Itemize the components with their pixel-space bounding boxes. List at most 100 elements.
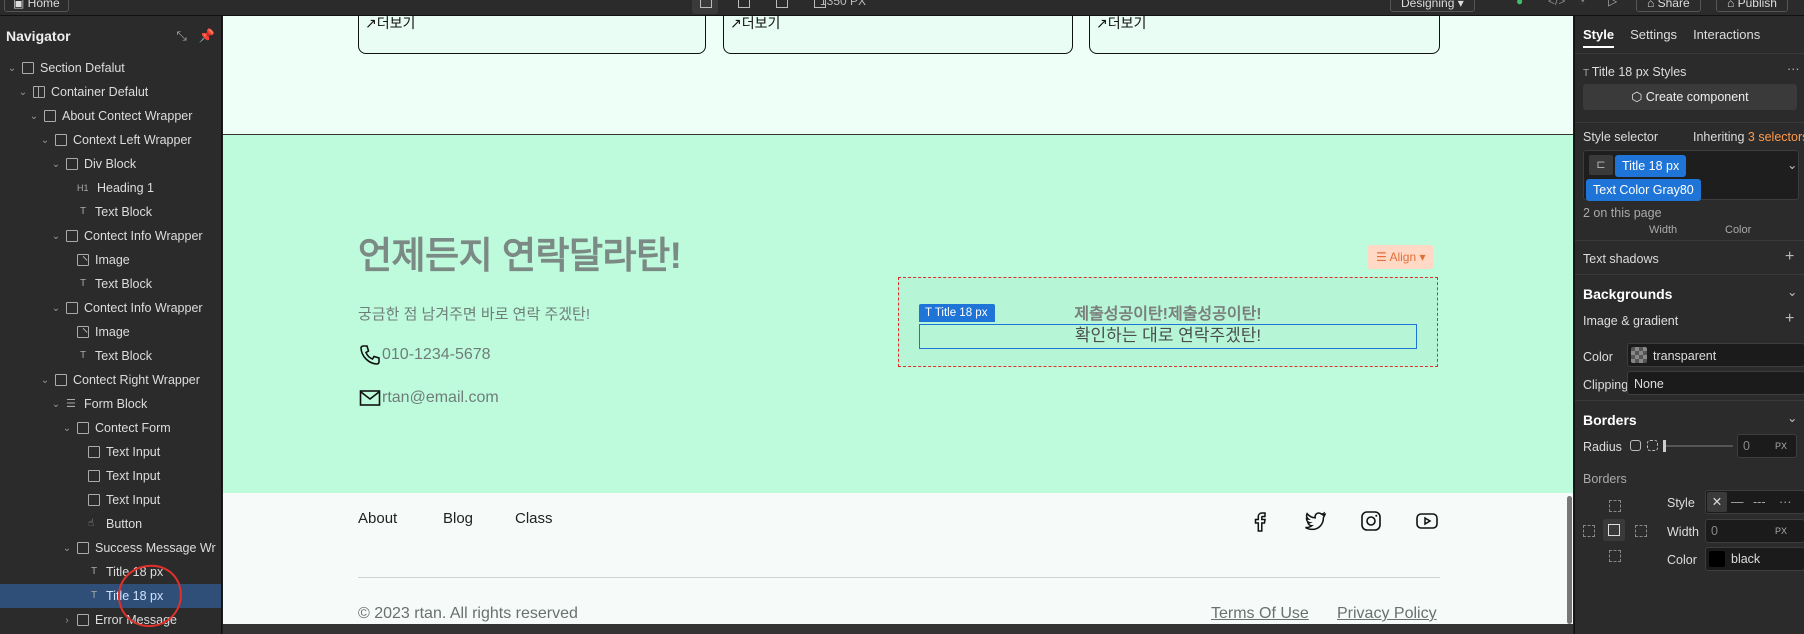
tab-settings[interactable]: Settings [1630, 27, 1677, 42]
navigator-item[interactable]: Text Input [0, 440, 221, 464]
contact-section[interactable]: 언제든지 연락달라탄! 궁금한 점 남겨주면 바로 연락 주겠탄! 010-12… [223, 135, 1573, 493]
comments-icon[interactable]: ◔ [1578, 0, 1585, 8]
more-link[interactable]: ↗더보기 [365, 16, 415, 33]
chevron-icon[interactable]: ⌄ [50, 159, 62, 170]
navigator-item[interactable]: T Title 18 px [0, 560, 221, 584]
chevron-icon[interactable]: ⌄ [50, 303, 62, 314]
navigator-item[interactable]: ⌄ About Contect Wrapper [0, 104, 221, 128]
navigator-item[interactable]: ⌄ Context Left Wrapper [0, 128, 221, 152]
success-subtitle-selected[interactable]: 확인하는 대로 연락주겠탄! [919, 324, 1417, 349]
create-component-button[interactable]: ⬡ Create component [1583, 84, 1797, 110]
phone-row[interactable]: 010-1234-5678 [358, 343, 491, 367]
navigator-item[interactable]: Image [0, 248, 221, 272]
chevron-icon[interactable]: › [61, 615, 73, 626]
preview-icon[interactable]: ▷ [1608, 0, 1617, 8]
navigator-item[interactable]: Text Input [0, 464, 221, 488]
chevron-icon[interactable]: ⌄ [61, 543, 73, 554]
chevron-icon[interactable]: ⌄ [39, 375, 51, 386]
design-canvas[interactable]: ↗더보기 ↗더보기 ↗더보기 언제든지 연락달라탄! 궁금한 점 남겨주면 바로… [223, 16, 1573, 624]
class-card[interactable]: ↗더보기 [1089, 16, 1440, 54]
tab-style[interactable]: Style [1583, 27, 1615, 48]
border-width-input[interactable] [1705, 519, 1804, 543]
footer-link-class[interactable]: Class [515, 510, 553, 527]
more-link[interactable]: ↗더보기 [1096, 16, 1146, 33]
chevron-icon[interactable]: ⌄ [6, 63, 18, 74]
navigator-item[interactable]: ☝ Button [0, 512, 221, 536]
radius-unit[interactable]: PX [1775, 441, 1787, 451]
navigator-item[interactable]: › Error Message [0, 608, 221, 632]
border-solid-icon[interactable]: — [1731, 495, 1744, 509]
pin-icon[interactable]: 📌 [199, 28, 215, 44]
success-message-wrapper[interactable]: 제출성공이탄!제출성공이탄! T Title 18 px 확인하는 대로 연락주… [898, 277, 1438, 367]
tab-interactions[interactable]: Interactions [1693, 27, 1760, 42]
navigator-item[interactable]: Text Input [0, 488, 221, 512]
add-text-shadow-icon[interactable]: + [1785, 248, 1794, 266]
navigator-item[interactable]: H1 Heading 1 [0, 176, 221, 200]
breakpoint-tablet-button[interactable] [730, 0, 756, 14]
class-card[interactable]: ↗더보기 [723, 16, 1073, 54]
radius-slider-thumb[interactable] [1663, 440, 1666, 452]
radius-individual-icon[interactable] [1647, 440, 1658, 451]
chevron-icon[interactable]: ⌄ [50, 231, 62, 242]
breakpoint-desktop-button[interactable] [692, 0, 718, 14]
instagram-icon[interactable] [1359, 509, 1383, 533]
class-card[interactable]: ↗더보기 [358, 16, 706, 54]
more-link[interactable]: ↗더보기 [730, 16, 780, 33]
chevron-icon[interactable]: ⌄ [39, 135, 51, 146]
publish-button[interactable]: ⌂ Publish [1716, 0, 1788, 12]
code-icon[interactable]: </> [1548, 0, 1565, 8]
facebook-icon[interactable] [1248, 509, 1272, 533]
align-button[interactable]: ☰ Align ▾ [1368, 245, 1434, 269]
navigator-item[interactable]: ⌄ Container Defalut [0, 80, 221, 104]
contact-subtitle[interactable]: 궁금한 점 남겨주면 바로 연락 주겠탄! [358, 303, 590, 324]
chevron-icon[interactable]: ⌄ [17, 87, 29, 98]
navigator-item[interactable]: T Text Block [0, 200, 221, 224]
share-button[interactable]: ⌂ Share [1636, 0, 1701, 12]
navigator-item[interactable]: ⌄ Div Block [0, 152, 221, 176]
border-top-icon[interactable] [1609, 500, 1621, 512]
navigator-item[interactable]: ⌄ Contect Right Wrapper [0, 368, 221, 392]
navigator-item[interactable]: ⌄ Success Message Wr [0, 536, 221, 560]
collapse-icon[interactable]: ⤡ [176, 28, 186, 44]
chevron-icon[interactable]: ⌄ [61, 423, 73, 434]
privacy-link[interactable]: Privacy Policy [1337, 605, 1437, 623]
navigator-item[interactable]: ⌄ Contect Info Wrapper [0, 296, 221, 320]
breadcrumb-bar[interactable] [223, 624, 1573, 634]
navigator-item[interactable]: ⌄ ☰ Form Block [0, 392, 221, 416]
navigator-item[interactable]: T Text Block [0, 272, 221, 296]
chevron-down-icon[interactable]: ⌄ [1787, 157, 1797, 172]
selector-pill-title[interactable]: Title 18 px [1615, 155, 1687, 177]
twitter-icon[interactable] [1303, 509, 1327, 533]
border-right-icon[interactable] [1635, 525, 1647, 537]
navigator-item[interactable]: ⌄ Contect Info Wrapper [0, 224, 221, 248]
border-none-icon[interactable]: ✕ [1707, 492, 1727, 512]
backgrounds-heading[interactable]: Backgrounds [1583, 286, 1672, 302]
border-left-icon[interactable] [1583, 525, 1595, 537]
navigator-item[interactable]: ⌄ Section Defalut [0, 56, 221, 80]
border-width-unit[interactable]: PX [1775, 526, 1787, 536]
add-background-icon[interactable]: + [1785, 310, 1794, 328]
border-dotted-icon[interactable]: ··· [1779, 495, 1792, 509]
footer-link-about[interactable]: About [358, 510, 397, 527]
navigator-item[interactable]: T Text Block [0, 344, 221, 368]
border-dashed-icon[interactable]: --- [1753, 495, 1766, 509]
radius-all-icon[interactable] [1630, 440, 1641, 451]
terms-link[interactable]: Terms Of Use [1211, 605, 1309, 623]
chevron-down-icon[interactable]: ⌄ [1787, 284, 1797, 299]
selector-type-icon[interactable]: ⊏ [1589, 155, 1613, 175]
navigator-item[interactable]: Image [0, 320, 221, 344]
borders-heading[interactable]: Borders [1583, 412, 1637, 428]
mode-dropdown[interactable]: Designing ▾ [1390, 0, 1475, 12]
selector-pill-color[interactable]: Text Color Gray80 [1586, 179, 1701, 201]
email-row[interactable]: rtan@email.com [358, 386, 499, 410]
navigator-item[interactable]: T Title 18 px [0, 584, 221, 608]
contact-heading[interactable]: 언제든지 연락달라탄! [358, 225, 682, 279]
radius-slider[interactable] [1663, 445, 1733, 447]
breakpoint-landscape-button[interactable] [768, 0, 794, 14]
chevron-icon[interactable]: ⌄ [28, 111, 40, 122]
more-options-icon[interactable]: ··· [1787, 62, 1800, 76]
footer-link-blog[interactable]: Blog [443, 510, 473, 527]
home-button[interactable]: ▣ Home [4, 0, 69, 12]
canvas-scrollbar[interactable] [1567, 496, 1572, 624]
chevron-down-icon[interactable]: ⌄ [1787, 410, 1797, 425]
